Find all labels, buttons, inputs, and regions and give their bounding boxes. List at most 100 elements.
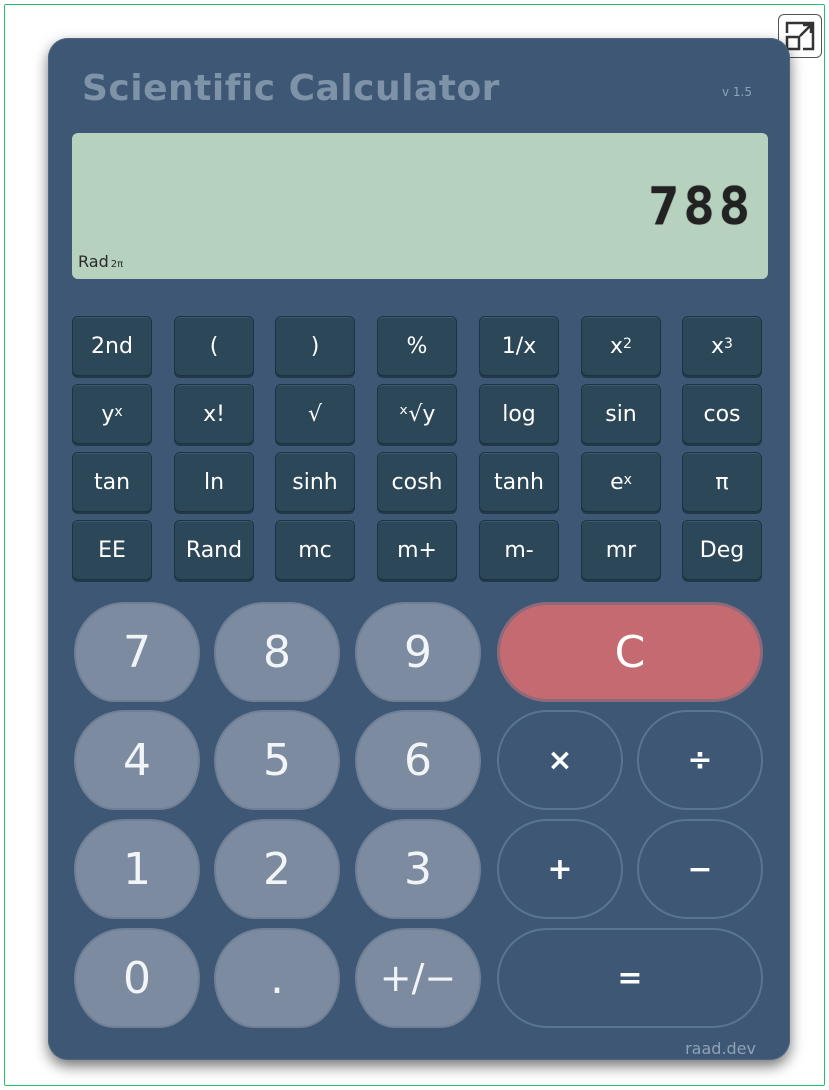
fn-key-1-1[interactable]: 2nd <box>72 316 152 376</box>
clear-label: C <box>614 626 646 678</box>
digit-6-button[interactable]: 6 <box>355 710 481 810</box>
fn-key-1-2[interactable]: ( <box>174 316 254 376</box>
fn-key-4-3[interactable]: mc <box>275 520 355 580</box>
digit-3-button[interactable]: 3 <box>355 819 481 919</box>
fn-key-label: cosh <box>391 469 443 495</box>
equals-button[interactable]: = <box>497 928 763 1028</box>
fn-key-3-3[interactable]: sinh <box>275 452 355 512</box>
fn-key-3-5[interactable]: tanh <box>479 452 559 512</box>
fn-key-1-3[interactable]: ) <box>275 316 355 376</box>
fn-key-4-7[interactable]: Deg <box>682 520 762 580</box>
digit-label: 7 <box>123 626 151 678</box>
digit-label: 0 <box>123 952 151 1004</box>
plus-label: + <box>547 851 573 887</box>
calculator: Scientific Calculator v 1.5 788 Rad 2π 2n… <box>48 38 790 1060</box>
fn-key-3-6[interactable]: ex <box>581 452 661 512</box>
digit-7-button[interactable]: 7 <box>74 602 200 702</box>
fn-key-label: ( <box>209 333 219 359</box>
fn-key-label: ˣ√y <box>398 401 436 427</box>
display-value: 788 <box>648 177 754 237</box>
fn-key-2-3[interactable]: √ <box>275 384 355 444</box>
digit-label: 1 <box>123 843 151 895</box>
fn-key-4-6[interactable]: mr <box>581 520 661 580</box>
divide-label: ÷ <box>687 742 713 778</box>
digit-label: 2 <box>263 843 291 895</box>
fn-key-label: x! <box>203 401 225 427</box>
fn-key-label: √ <box>307 401 323 427</box>
digit-label: 8 <box>263 626 291 678</box>
fn-key-superscript: x <box>114 404 123 420</box>
minus-button[interactable]: − <box>637 819 763 919</box>
multiply-label: × <box>547 742 573 778</box>
fn-key-4-2[interactable]: Rand <box>174 520 254 580</box>
fn-key-superscript: 3 <box>724 336 733 352</box>
negate-label: +/− <box>379 956 457 1000</box>
fn-key-superscript: 2 <box>623 336 632 352</box>
digit-8-button[interactable]: 8 <box>214 602 340 702</box>
fn-key-label: Deg <box>699 537 745 563</box>
negate-button[interactable]: +/− <box>355 928 481 1028</box>
digit-9-button[interactable]: 9 <box>355 602 481 702</box>
fn-key-4-1[interactable]: EE <box>72 520 152 580</box>
app-title: Scientific Calculator <box>82 68 500 109</box>
digit-4-button[interactable]: 4 <box>74 710 200 810</box>
digit-2-button[interactable]: 2 <box>214 819 340 919</box>
fn-key-3-7[interactable]: π <box>682 452 762 512</box>
digit-label: 9 <box>404 626 432 678</box>
digit-label: 3 <box>404 843 432 895</box>
digit-5-button[interactable]: 5 <box>214 710 340 810</box>
digit-label: 5 <box>263 734 291 786</box>
multiply-button[interactable]: × <box>497 710 623 810</box>
fn-key-4-5[interactable]: m- <box>479 520 559 580</box>
fn-key-label: y <box>101 401 115 427</box>
fn-key-2-1[interactable]: yx <box>72 384 152 444</box>
fn-key-2-6[interactable]: sin <box>581 384 661 444</box>
decimal-point-button[interactable]: . <box>214 928 340 1028</box>
fn-key-label: π <box>715 469 729 495</box>
fn-key-1-5[interactable]: 1/x <box>479 316 559 376</box>
fn-key-2-4[interactable]: ˣ√y <box>377 384 457 444</box>
version-label: v 1.5 <box>722 85 752 99</box>
digit-0-button[interactable]: 0 <box>74 928 200 1028</box>
angle-mode-label: Rad <box>78 252 109 271</box>
brand-label: raad.dev <box>685 1039 756 1058</box>
divide-button[interactable]: ÷ <box>637 710 763 810</box>
fn-key-label: mc <box>298 537 332 563</box>
fn-key-label: x <box>711 333 725 359</box>
fn-key-label: m- <box>504 537 534 563</box>
angle-mode-indicator: Rad 2π <box>78 252 123 271</box>
fn-key-label: mr <box>605 537 637 563</box>
fn-key-3-2[interactable]: ln <box>174 452 254 512</box>
digit-label: 4 <box>123 734 151 786</box>
fn-key-label: tanh <box>494 469 544 495</box>
fn-key-label: cos <box>703 401 741 427</box>
fn-key-2-2[interactable]: x! <box>174 384 254 444</box>
fn-key-1-4[interactable]: % <box>377 316 457 376</box>
fn-key-label: 2nd <box>91 333 133 359</box>
decimal-label: . <box>270 952 284 1004</box>
fn-key-4-4[interactable]: m+ <box>377 520 457 580</box>
fn-key-label: % <box>406 333 428 359</box>
fn-key-label: m+ <box>397 537 437 563</box>
fn-key-label: tan <box>93 469 131 495</box>
digit-label: 6 <box>404 734 432 786</box>
fn-key-label: ) <box>310 333 320 359</box>
fn-key-label: log <box>502 401 536 427</box>
minus-label: − <box>687 851 713 887</box>
fn-key-label: x <box>610 333 624 359</box>
fn-key-3-1[interactable]: tan <box>72 452 152 512</box>
fn-key-label: Rand <box>185 537 243 563</box>
fn-key-2-7[interactable]: cos <box>682 384 762 444</box>
fn-key-1-7[interactable]: x3 <box>682 316 762 376</box>
digit-1-button[interactable]: 1 <box>74 819 200 919</box>
fn-key-label: EE <box>98 537 126 563</box>
equals-label: = <box>617 960 643 996</box>
plus-button[interactable]: + <box>497 819 623 919</box>
display-screen: 788 Rad 2π <box>72 133 768 279</box>
clear-button[interactable]: C <box>497 602 763 702</box>
fn-key-label: sinh <box>292 469 338 495</box>
fn-key-2-5[interactable]: log <box>479 384 559 444</box>
fn-key-1-6[interactable]: x2 <box>581 316 661 376</box>
fn-key-3-4[interactable]: cosh <box>377 452 457 512</box>
fn-key-label: ln <box>203 469 225 495</box>
